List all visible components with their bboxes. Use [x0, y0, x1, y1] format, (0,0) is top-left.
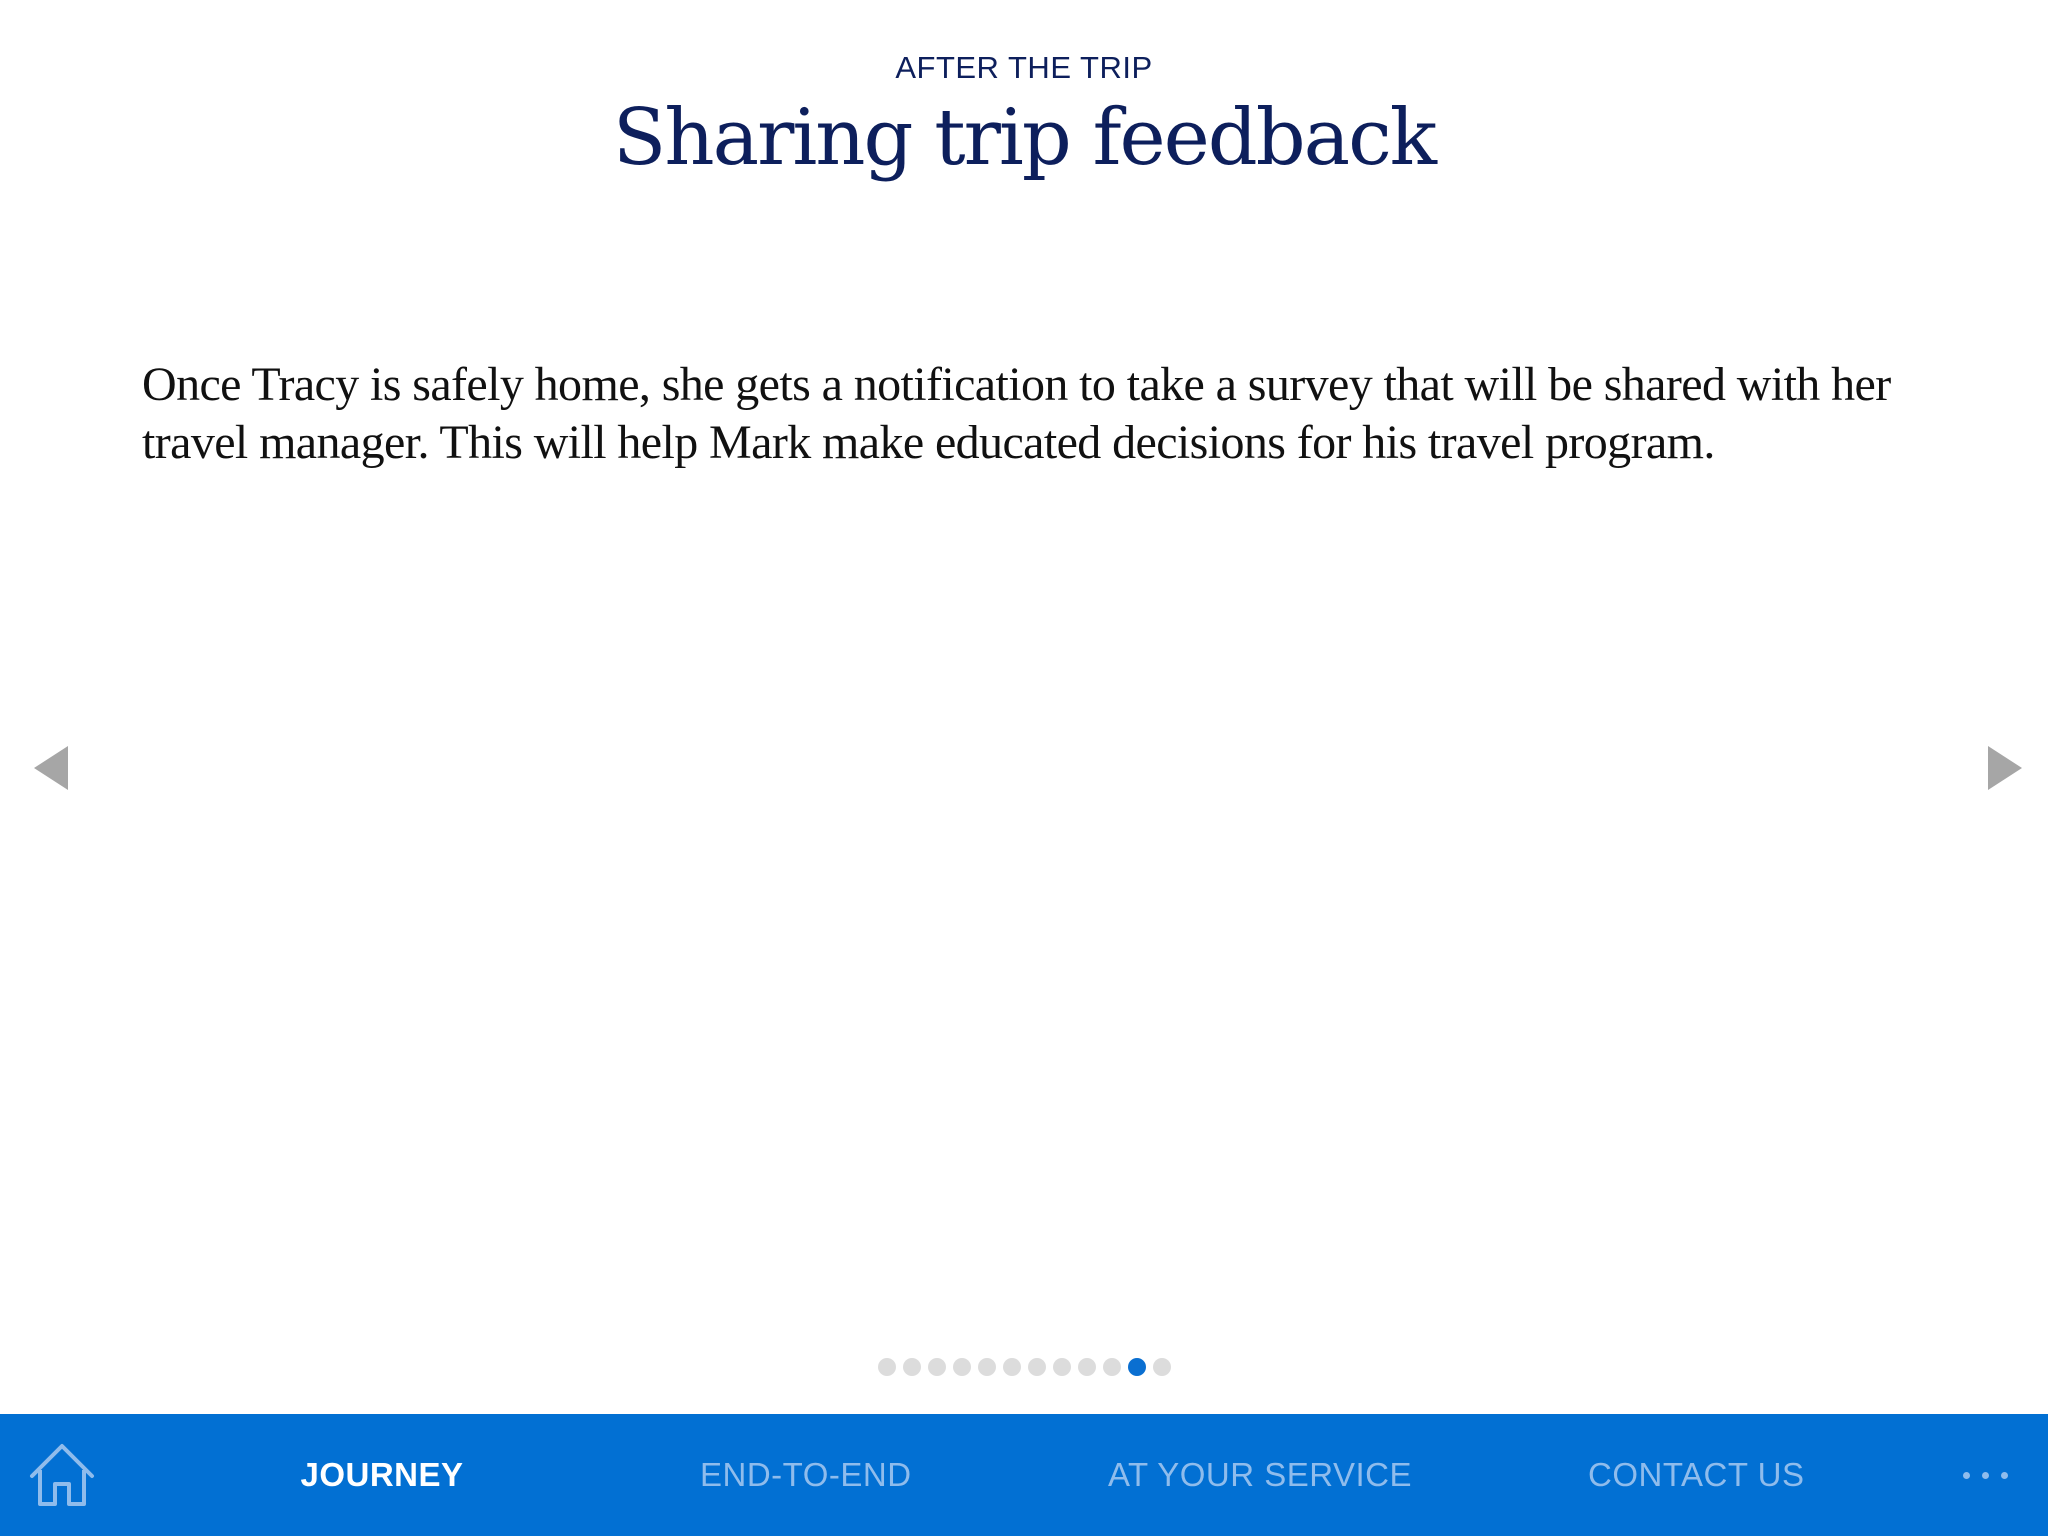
page-indicator — [0, 1358, 2048, 1376]
page-dot[interactable] — [952, 1358, 971, 1376]
section-eyebrow: AFTER THE TRIP — [895, 50, 1153, 85]
more-dot — [2000, 1471, 2008, 1479]
page-dot[interactable] — [877, 1358, 896, 1376]
page-dot[interactable] — [902, 1358, 921, 1376]
page-dot[interactable] — [1077, 1358, 1096, 1376]
tab-contact-us[interactable]: CONTACT US — [1588, 1414, 1804, 1536]
page-dot[interactable] — [977, 1358, 996, 1376]
body-paragraph: Once Tracy is safely home, she gets a no… — [142, 358, 1891, 469]
next-slide-button[interactable] — [1988, 746, 2022, 790]
page-dot[interactable] — [1102, 1358, 1121, 1376]
page-dot-active[interactable] — [1127, 1358, 1146, 1376]
home-icon — [30, 1444, 94, 1506]
page-dot[interactable] — [927, 1358, 946, 1376]
home-button[interactable] — [26, 1438, 98, 1510]
page-dot[interactable] — [1002, 1358, 1021, 1376]
prev-slide-button[interactable] — [34, 746, 68, 790]
more-dot — [1981, 1471, 1989, 1479]
page-dot[interactable] — [1152, 1358, 1171, 1376]
tab-journey[interactable]: JOURNEY — [300, 1414, 464, 1536]
page-dot[interactable] — [1052, 1358, 1071, 1376]
tab-end-to-end[interactable]: END-TO-END — [700, 1414, 911, 1536]
page-dot[interactable] — [1027, 1358, 1046, 1376]
more-dots-icon — [1962, 1471, 1970, 1479]
tab-at-your-service[interactable]: AT YOUR SERVICE — [1108, 1414, 1411, 1536]
more-button[interactable] — [1950, 1414, 2020, 1536]
page-title: Sharing trip feedback — [612, 93, 1437, 183]
bottom-tab-bar: JOURNEY END-TO-END AT YOUR SERVICE CONTA… — [0, 1414, 2048, 1536]
